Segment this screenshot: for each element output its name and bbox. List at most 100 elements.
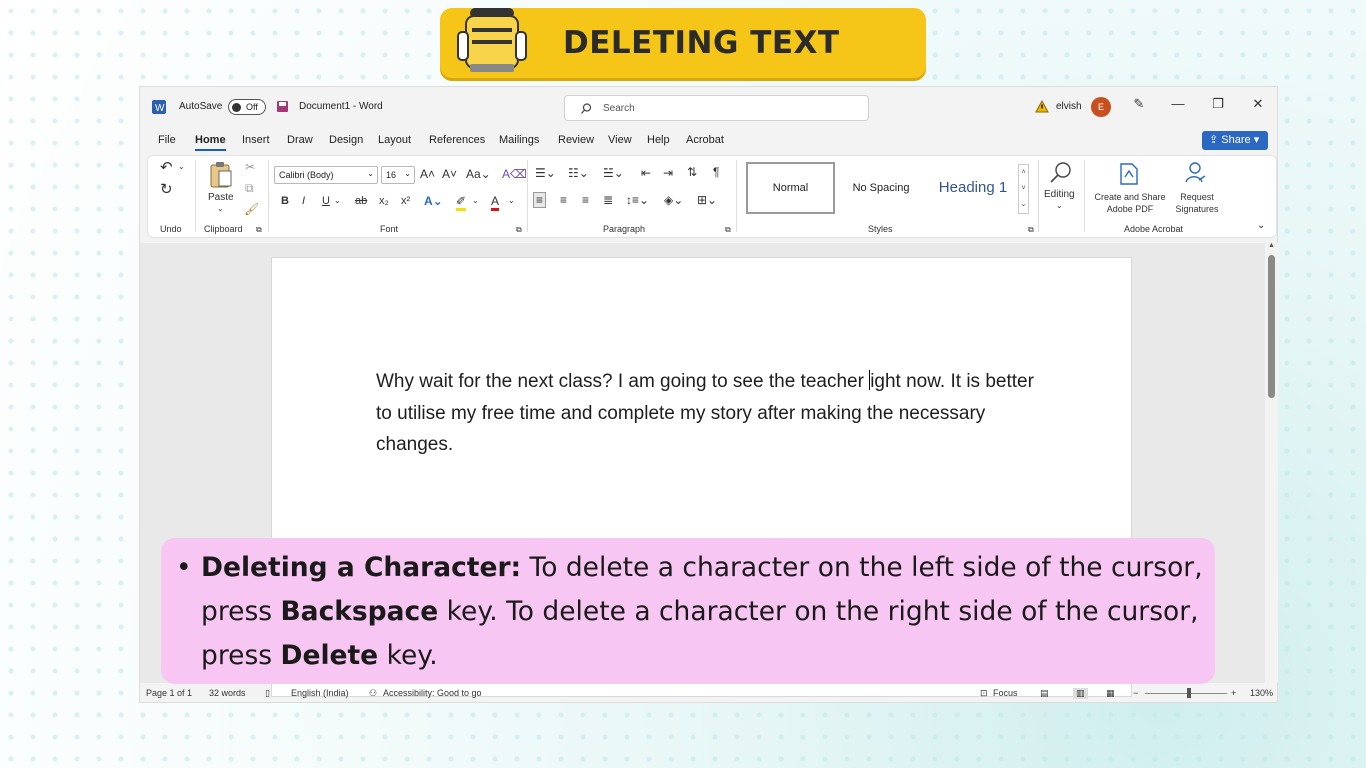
menu-acrobat[interactable]: Acrobat <box>686 134 724 146</box>
language[interactable]: English (India) <box>291 688 349 698</box>
ribbon-collapse-icon[interactable]: ⌄ <box>1257 220 1265 231</box>
italic-icon[interactable]: I <box>302 195 305 207</box>
print-layout-icon[interactable]: ▥ <box>1073 688 1088 699</box>
editing-search-icon[interactable] <box>1048 160 1074 186</box>
page-count[interactable]: Page 1 of 1 <box>146 688 192 698</box>
scroll-thumb[interactable] <box>1268 255 1275 398</box>
redo-icon[interactable]: ↻ <box>160 180 173 198</box>
align-center-icon[interactable]: ≡ <box>560 193 567 207</box>
show-formatting-icon[interactable]: ¶ <box>713 165 719 179</box>
editing-label[interactable]: Editing <box>1044 189 1075 200</box>
clipboard-launcher-icon[interactable]: ⧉ <box>256 225 262 235</box>
search-box[interactable]: Search <box>564 95 869 121</box>
justify-icon[interactable]: ≣ <box>603 193 613 207</box>
close-icon[interactable]: ✕ <box>1246 96 1270 118</box>
share-button[interactable]: ⇪ Share ▾ <box>1202 131 1268 150</box>
create-pdf-label[interactable]: Create and Share Adobe PDF <box>1092 191 1168 215</box>
vertical-scrollbar[interactable]: ▲ <box>1266 242 1278 683</box>
cut-icon[interactable]: ✂ <box>245 160 255 174</box>
styles-scroll[interactable]: ˄ ˅ ⌄ <box>1018 164 1029 214</box>
superscript-icon[interactable]: x² <box>401 195 410 207</box>
minimize-icon[interactable]: — <box>1166 96 1190 118</box>
menu-insert[interactable]: Insert <box>242 134 270 146</box>
font-size-select[interactable]: 16 ⌄ <box>381 166 415 184</box>
pen-icon[interactable]: ✎ <box>1127 96 1151 118</box>
menu-draw[interactable]: Draw <box>287 134 313 146</box>
bold-icon[interactable]: B <box>281 195 289 207</box>
undo-icon[interactable]: ↶ <box>160 158 173 176</box>
menu-view[interactable]: View <box>608 134 632 146</box>
font-color-dropdown-icon[interactable]: ⌄ <box>508 196 515 205</box>
increase-indent-icon[interactable]: ⇥ <box>663 166 673 180</box>
font-launcher-icon[interactable]: ⧉ <box>516 225 522 235</box>
menu-design[interactable]: Design <box>329 134 363 146</box>
document-text[interactable]: Why wait for the next class? I am going … <box>376 366 1036 461</box>
font-name-select[interactable]: Calibri (Body) ⌄ <box>274 166 378 184</box>
warning-icon[interactable] <box>1035 100 1049 113</box>
menu-home[interactable]: Home <box>195 134 226 151</box>
avatar[interactable]: E <box>1091 97 1111 117</box>
style-heading-1[interactable]: Heading 1 <box>928 162 1018 214</box>
strikethrough-icon[interactable]: ab <box>355 195 367 207</box>
numbering-icon[interactable]: ☷⌄ <box>568 166 589 180</box>
multilevel-list-icon[interactable]: ☱⌄ <box>603 166 624 180</box>
shrink-font-icon[interactable]: A˅ <box>442 167 457 181</box>
zoom-slider[interactable] <box>1145 693 1227 694</box>
web-layout-icon[interactable]: ▦ <box>1106 688 1115 699</box>
style-no-spacing[interactable]: No Spacing <box>838 162 924 214</box>
paragraph-launcher-icon[interactable]: ⧉ <box>725 225 731 235</box>
paste-icon[interactable] <box>209 161 233 189</box>
proofing-icon[interactable]: ▯ <box>265 688 270 699</box>
sort-icon[interactable]: ⇅ <box>687 165 697 179</box>
create-pdf-icon[interactable] <box>1118 162 1140 186</box>
menu-mailings[interactable]: Mailings <box>499 134 539 146</box>
menu-layout[interactable]: Layout <box>378 134 411 146</box>
accessibility-status[interactable]: Accessibility: Good to go <box>383 688 482 698</box>
zoom-level[interactable]: 130% <box>1250 688 1273 698</box>
align-left-icon[interactable]: ≡ <box>533 192 547 208</box>
change-case-icon[interactable]: Aa⌄ <box>466 167 491 181</box>
save-icon[interactable] <box>276 100 289 113</box>
format-painter-icon[interactable]: 🖌 <box>244 202 259 216</box>
request-signatures-icon[interactable] <box>1183 160 1209 186</box>
line-spacing-icon[interactable]: ↕≡⌄ <box>626 193 649 207</box>
focus-icon[interactable]: ⊡ <box>980 688 988 699</box>
autosave-toggle[interactable]: Off <box>228 99 266 115</box>
clear-formatting-icon[interactable]: A⌫ <box>502 167 527 181</box>
focus-label[interactable]: Focus <box>993 688 1018 698</box>
menu-help[interactable]: Help <box>647 134 670 146</box>
editing-dropdown-icon[interactable]: ⌄ <box>1056 201 1063 210</box>
restore-icon[interactable]: ❐ <box>1206 96 1230 118</box>
styles-launcher-icon[interactable]: ⧉ <box>1028 225 1034 235</box>
read-mode-icon[interactable]: ▤ <box>1040 688 1049 699</box>
decrease-indent-icon[interactable]: ⇤ <box>641 166 651 180</box>
subscript-icon[interactable]: x₂ <box>379 195 389 207</box>
underline-dropdown-icon[interactable]: ⌄ <box>334 196 341 205</box>
font-color-icon[interactable]: A <box>491 194 500 211</box>
highlight-icon[interactable]: ✐ <box>456 194 467 211</box>
paste-label[interactable]: Paste <box>208 192 234 203</box>
style-normal[interactable]: Normal <box>746 162 835 214</box>
accessibility-icon[interactable]: ⚇ <box>369 688 377 699</box>
highlight-dropdown-icon[interactable]: ⌄ <box>472 196 479 205</box>
copy-icon[interactable]: ⧉ <box>245 181 254 196</box>
shading-icon[interactable]: ◈⌄ <box>664 193 683 207</box>
text-effects-icon[interactable]: A⌄ <box>424 194 443 208</box>
borders-icon[interactable]: ⊞⌄ <box>697 193 717 207</box>
align-right-icon[interactable]: ≡ <box>582 193 589 207</box>
paste-dropdown-icon[interactable]: ⌄ <box>217 204 224 213</box>
menu-file[interactable]: File <box>158 134 176 146</box>
zoom-in-icon[interactable]: + <box>1231 688 1236 698</box>
underline-icon[interactable]: U <box>322 195 330 207</box>
word-count[interactable]: 32 words <box>209 688 246 698</box>
menu-review[interactable]: Review <box>558 134 594 146</box>
undo-dropdown-icon[interactable]: ⌄ <box>178 162 185 171</box>
zoom-out-icon[interactable]: − <box>1133 688 1138 698</box>
request-signatures-label[interactable]: Request Signatures <box>1172 191 1222 215</box>
bullets-icon[interactable]: ☰⌄ <box>535 166 556 180</box>
scroll-up-icon[interactable]: ▲ <box>1268 242 1275 249</box>
user-name[interactable]: elvish <box>1056 101 1082 112</box>
menu-references[interactable]: References <box>429 134 485 146</box>
grow-font-icon[interactable]: A˄ <box>420 167 435 181</box>
zoom-slider-handle[interactable] <box>1187 688 1191 698</box>
